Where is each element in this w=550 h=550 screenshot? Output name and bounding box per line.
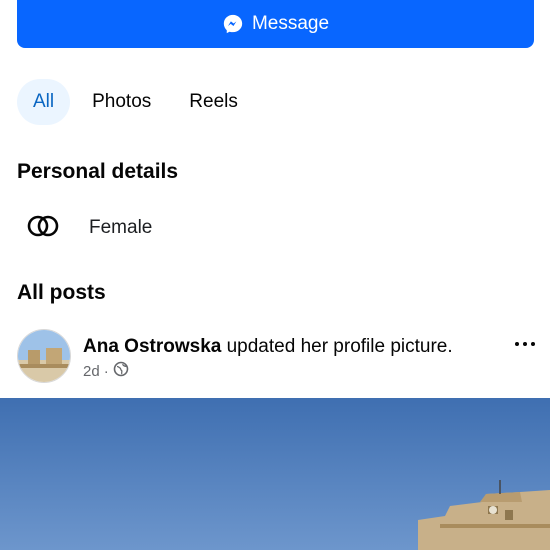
tab-reels[interactable]: Reels: [173, 79, 254, 125]
post-text: Ana Ostrowska updated her profile pictur…: [83, 336, 453, 358]
gender-icon: [26, 214, 60, 243]
messenger-icon: [222, 13, 244, 35]
message-button[interactable]: Message: [17, 0, 534, 48]
profile-tabs: All Photos Reels: [17, 79, 254, 125]
more-options-icon[interactable]: [508, 334, 542, 354]
meta-separator: ·: [103, 362, 109, 380]
post-photo[interactable]: [0, 398, 550, 550]
all-posts-title: All posts: [17, 281, 106, 304]
post-header: Ana Ostrowska updated her profile pictur…: [17, 329, 550, 385]
detail-gender: Female: [26, 212, 152, 244]
globe-icon: [113, 361, 129, 381]
tab-photos[interactable]: Photos: [76, 79, 167, 125]
post-meta: 2d ·: [83, 361, 129, 381]
gender-label: Female: [89, 217, 153, 238]
post-time[interactable]: 2d: [83, 363, 100, 380]
tab-all[interactable]: All: [17, 79, 71, 125]
personal-details-title: Personal details: [17, 160, 179, 183]
post-action: updated her profile picture.: [226, 336, 453, 357]
post-author[interactable]: Ana Ostrowska: [83, 336, 221, 357]
message-button-label: Message: [251, 13, 330, 34]
avatar[interactable]: [17, 329, 71, 383]
